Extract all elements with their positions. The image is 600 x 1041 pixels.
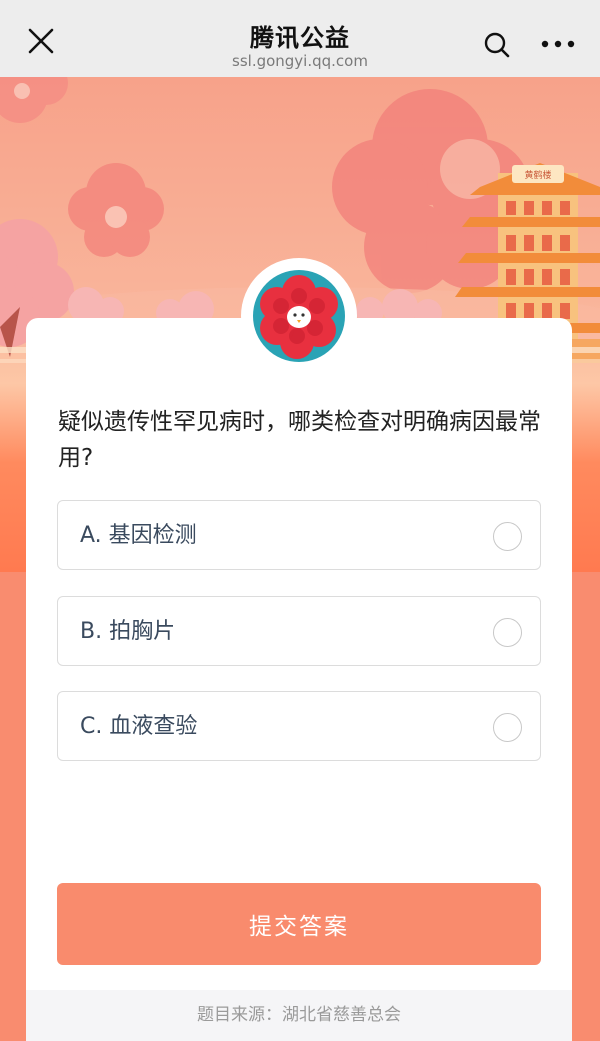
quiz-card: 疑似遗传性罕见病时，哪类检查对明确病因最常用? A. 基因检测 B. 拍胸片 C… <box>26 318 572 1041</box>
more-icon[interactable] <box>540 34 576 54</box>
flower-mascot-icon <box>260 275 338 359</box>
question-text: 疑似遗传性罕见病时，哪类检查对明确病因最常用? <box>58 409 541 471</box>
radio-icon[interactable] <box>493 618 522 647</box>
radio-icon[interactable] <box>493 522 522 551</box>
tower-sign: 黄鹤楼 <box>524 169 551 181</box>
option-label: C. 血液查验 <box>80 714 198 739</box>
option-label: B. 拍胸片 <box>80 619 176 644</box>
option-a[interactable]: A. 基因检测 <box>57 500 541 570</box>
option-c[interactable]: C. 血液查验 <box>57 691 541 761</box>
submit-answer-button[interactable]: 提交答案 <box>57 883 541 965</box>
radio-icon[interactable] <box>493 713 522 742</box>
question-source: 题目来源：湖北省慈善总会 <box>26 990 572 1041</box>
option-b[interactable]: B. 拍胸片 <box>57 596 541 666</box>
search-icon[interactable] <box>482 30 512 60</box>
option-label: A. 基因检测 <box>80 523 197 548</box>
top-navbar: 腾讯公益 ssl.gongyi.qq.com <box>0 0 600 77</box>
avatar <box>253 270 345 362</box>
